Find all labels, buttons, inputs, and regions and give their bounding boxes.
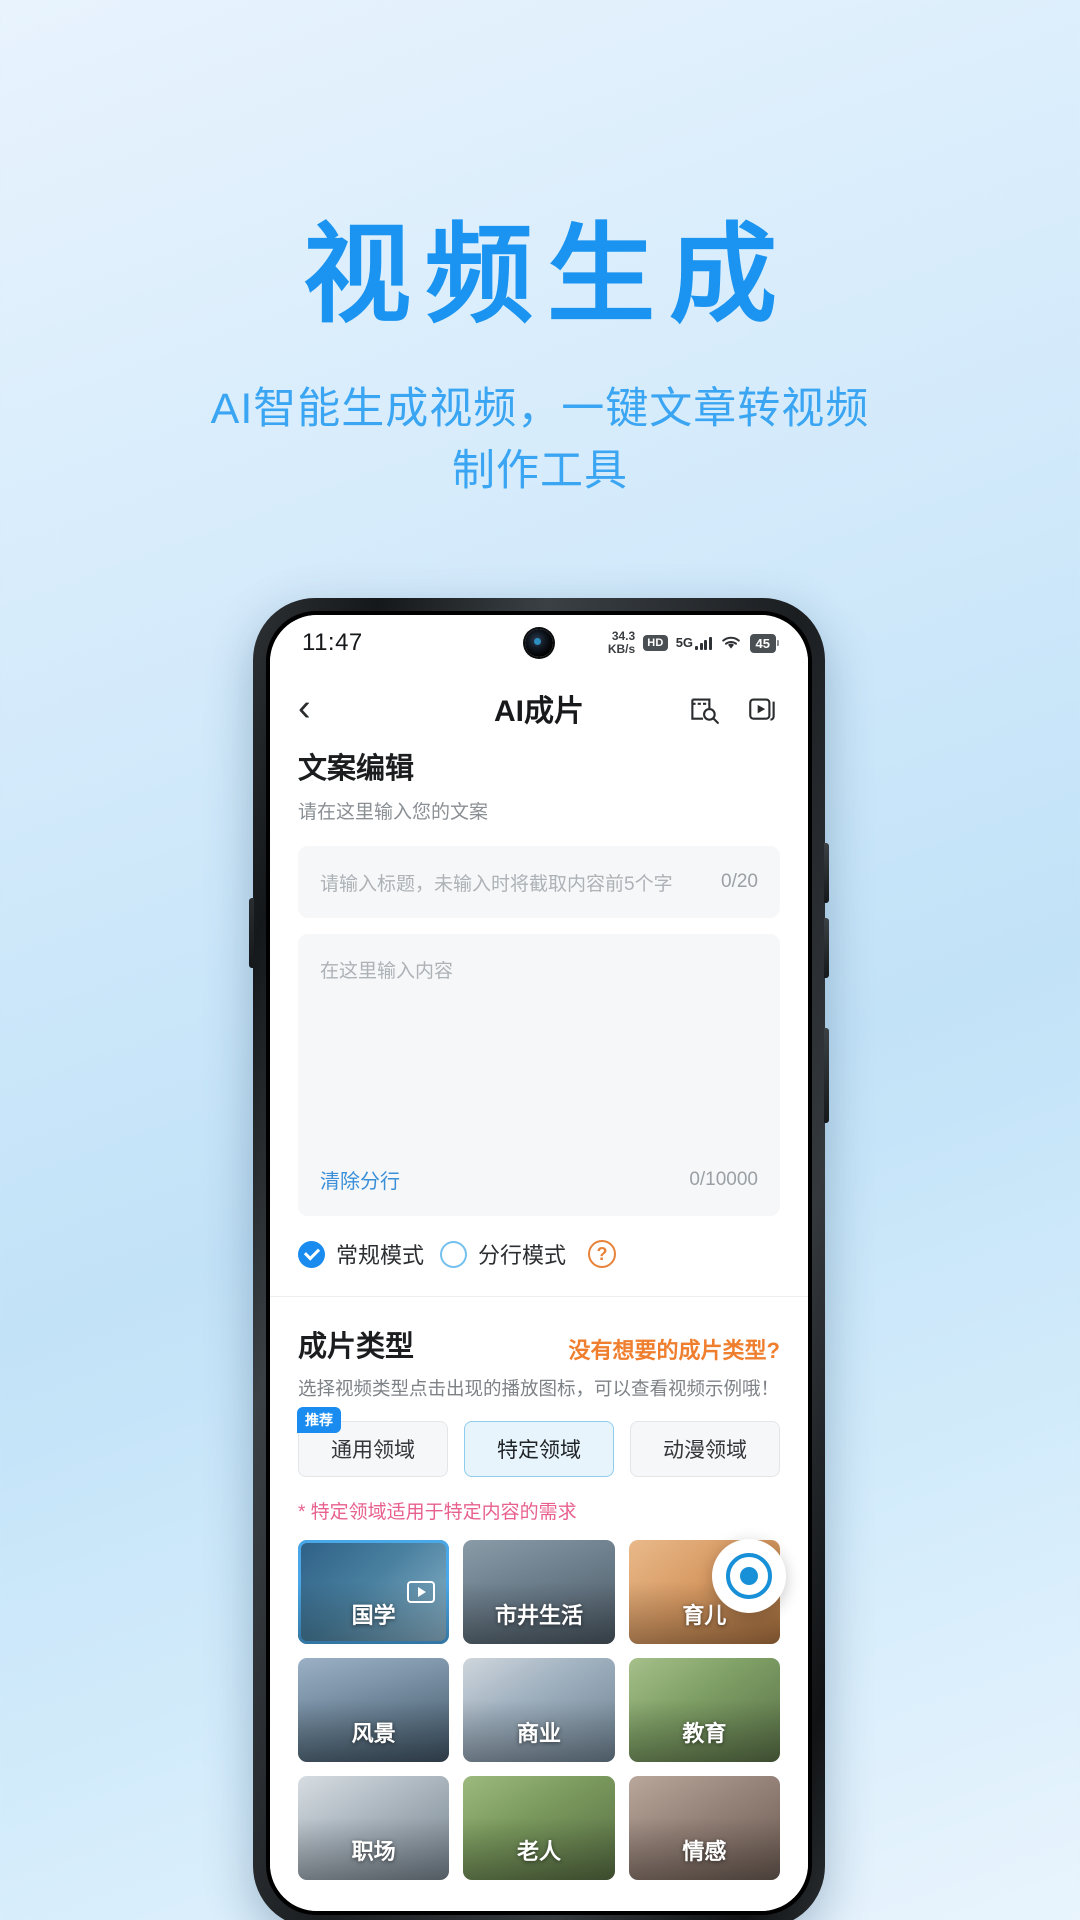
- network-speed-unit: KB/s: [607, 642, 636, 656]
- status-time: 11:47: [302, 629, 363, 656]
- tile-label: 情感: [682, 1839, 727, 1864]
- tab-anime-domain[interactable]: 动漫领域: [630, 1421, 780, 1477]
- film-type-header: 成片类型 没有想要的成片类型?: [298, 1323, 780, 1365]
- radio-normal-mode-label: 常规模式: [336, 1243, 425, 1268]
- film-type-desc: 选择视频类型点击出现的播放图标，可以查看视频示例哦！: [298, 1378, 780, 1399]
- volume-up-button[interactable]: [824, 843, 829, 903]
- section-divider: [270, 1296, 808, 1297]
- tile-label: 老人: [516, 1839, 561, 1864]
- page-title: 视频生成: [302, 214, 791, 335]
- tile-label: 市井生活: [494, 1603, 583, 1628]
- question-mark-icon[interactable]: ?: [588, 1240, 617, 1268]
- status-icons: 34.3 KB/s HD 5G 45: [608, 630, 780, 655]
- tile-fengjing[interactable]: 风景: [298, 1658, 450, 1762]
- editor-section-title: 文案编辑: [298, 753, 415, 785]
- body-char-counter: 0/10000: [689, 1168, 758, 1190]
- signal-bars-icon: [695, 636, 712, 650]
- network-type-label: 5G: [675, 635, 694, 650]
- power-button[interactable]: [824, 1028, 829, 1123]
- tile-label: 风景: [351, 1721, 396, 1746]
- radio-line-mode-label: 分行模式: [478, 1243, 567, 1268]
- tile-shangye[interactable]: 商业: [463, 1658, 615, 1762]
- cellular-signal-icon: 5G: [676, 636, 712, 650]
- app-content: 文案编辑 请在这里输入您的文案 请输入标题，未输入时将截取内容前5个字 0/20…: [270, 745, 808, 1911]
- editor-section-desc: 请在这里输入您的文案: [298, 802, 489, 823]
- tile-label: 教育: [682, 1721, 727, 1746]
- network-speed-indicator: 34.3 KB/s: [608, 630, 635, 655]
- tile-jiaoyu[interactable]: 教育: [628, 1658, 780, 1762]
- tile-qinggan[interactable]: 情感: [628, 1776, 780, 1880]
- title-input[interactable]: 请输入标题，未输入时将截取内容前5个字 0/20: [298, 846, 780, 918]
- body-textarea[interactable]: 在这里输入内容 清除分行 0/10000: [298, 934, 780, 1216]
- film-type-tabs: 推荐 通用领域 特定领域 动漫领域: [297, 1407, 780, 1477]
- tile-shijing-shenghuo[interactable]: 市井生活: [463, 1540, 615, 1644]
- body-textarea-footer: 清除分行 0/10000: [320, 1165, 758, 1194]
- tab-general-domain[interactable]: 推荐 通用领域: [297, 1407, 448, 1477]
- video-stack-icon[interactable]: [746, 691, 780, 725]
- hd-icon: HD: [643, 635, 668, 651]
- tab-general-domain-label: 通用领域: [331, 1439, 415, 1462]
- back-button[interactable]: ‹: [298, 689, 342, 727]
- radio-checked-icon: [298, 1240, 325, 1268]
- title-input-placeholder: 请输入标题，未输入时将截取内容前5个字: [320, 873, 673, 895]
- promo-subtitle-line2: 制作工具: [452, 447, 628, 496]
- tile-label: 职场: [351, 1839, 396, 1864]
- phone-bezel: 11:47 34.3 KB/s HD 5G 45 ‹ AI成片 文案编辑 请在这…: [266, 611, 812, 1915]
- assistant-ball-inner: [726, 1553, 772, 1599]
- front-camera-punchhole: [525, 629, 553, 657]
- film-type-title: 成片类型: [298, 1331, 415, 1363]
- title-char-counter: 0/20: [721, 871, 758, 892]
- film-type-grid: 国学 市井生活 育儿 风景 商业 教育 职场 老人 情感: [298, 1540, 780, 1880]
- status-bar: 11:47 34.3 KB/s HD 5G 45: [270, 615, 808, 671]
- tile-guoxue[interactable]: 国学: [298, 1540, 450, 1644]
- phone-screen: 11:47 34.3 KB/s HD 5G 45 ‹ AI成片 文案编辑 请在这…: [270, 615, 808, 1911]
- film-type-request-link[interactable]: 没有想要的成片类型?: [569, 1333, 780, 1365]
- promo-subtitle: AI智能生成视频，一键文章转视频 制作工具: [0, 378, 1080, 503]
- body-textarea-placeholder: 在这里输入内容: [320, 961, 454, 982]
- clear-line-breaks-button[interactable]: 清除分行: [320, 1165, 400, 1194]
- radio-normal-mode[interactable]: 常规模式: [298, 1238, 424, 1270]
- tile-label: 国学: [351, 1603, 396, 1628]
- radio-line-mode[interactable]: 分行模式: [440, 1238, 566, 1270]
- tab-specific-domain-label: 特定领域: [497, 1439, 581, 1462]
- app-nav-bar: ‹ AI成片: [270, 671, 808, 745]
- battery-indicator: 45: [749, 633, 780, 653]
- assistant-ball-icon[interactable]: [712, 1539, 786, 1613]
- tile-zhichang[interactable]: 职场: [298, 1776, 450, 1880]
- nav-actions: [686, 691, 780, 725]
- play-icon[interactable]: [407, 1581, 436, 1603]
- wifi-icon: [721, 636, 740, 649]
- tab-anime-domain-label: 动漫领域: [663, 1439, 747, 1462]
- phone-mockup: 11:47 34.3 KB/s HD 5G 45 ‹ AI成片 文案编辑 请在这…: [249, 598, 829, 1920]
- recommend-badge: 推荐: [297, 1407, 341, 1433]
- tile-label: 商业: [516, 1721, 561, 1746]
- mode-selector: 常规模式 分行模式 ?: [298, 1238, 780, 1270]
- radio-unchecked-icon: [440, 1240, 468, 1268]
- promo-header: 视频生成 AI智能生成视频，一键文章转视频 制作工具: [0, 0, 1080, 503]
- promo-subtitle-line1: AI智能生成视频，一键文章转视频: [210, 384, 870, 433]
- tile-label: 育儿: [682, 1603, 727, 1628]
- document-search-icon[interactable]: [686, 691, 720, 725]
- side-button-left[interactable]: [249, 898, 254, 968]
- tile-laoren[interactable]: 老人: [463, 1776, 615, 1880]
- tab-specific-domain[interactable]: 特定领域: [464, 1421, 614, 1477]
- film-type-hint: * 特定领域适用于特定内容的需求: [298, 1502, 577, 1523]
- volume-down-button[interactable]: [824, 918, 829, 978]
